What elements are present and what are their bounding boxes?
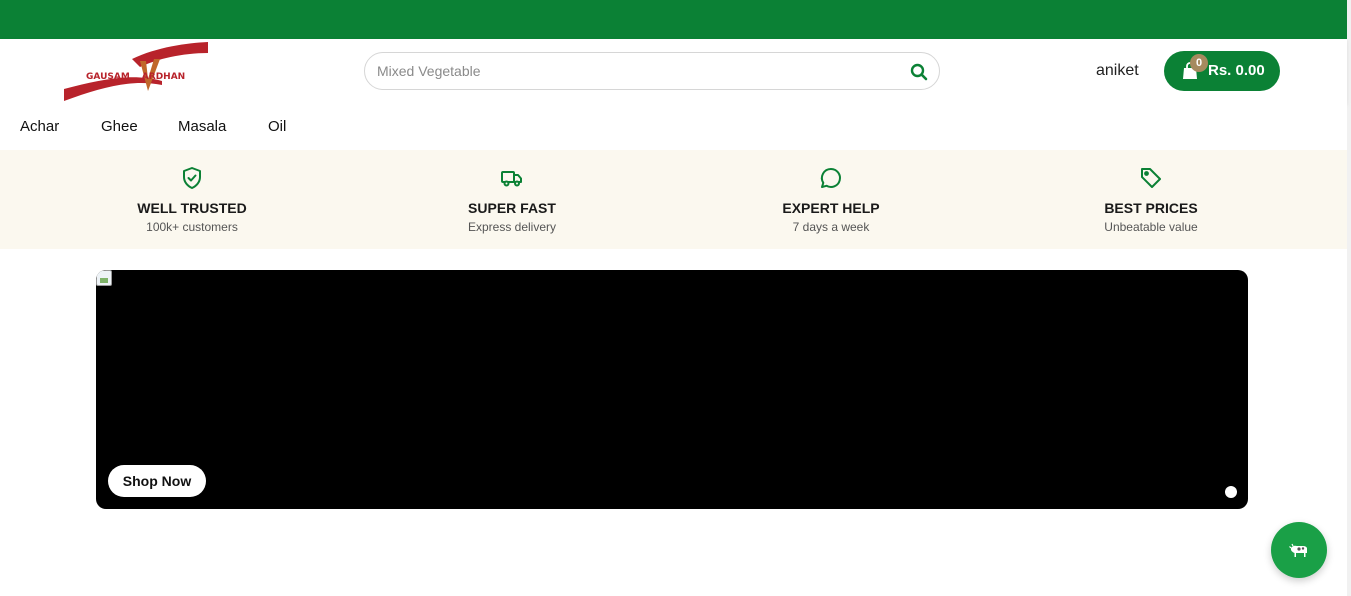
feature-title: SUPER FAST	[468, 200, 556, 216]
scrollbar[interactable]	[1347, 0, 1351, 596]
category-link-achar[interactable]: Achar	[20, 118, 59, 135]
shop-now-button[interactable]: Shop Now	[108, 465, 206, 497]
category-link-ghee[interactable]: Ghee	[101, 118, 138, 135]
chat-bubble-icon	[819, 166, 843, 190]
feature-subtitle: 7 days a week	[792, 220, 870, 234]
shield-check-icon	[180, 166, 204, 190]
site-header: GAUSAM ARDHAN aniket 0 Rs. 0.00	[0, 39, 1347, 103]
search-icon[interactable]	[909, 62, 929, 82]
carousel-dot-active[interactable]	[1225, 486, 1237, 498]
cart-button[interactable]: 0 Rs. 0.00	[1164, 51, 1280, 91]
banner-image-placeholder	[96, 270, 112, 286]
search-input[interactable]	[377, 61, 897, 81]
brand-logo[interactable]: GAUSAM ARDHAN	[62, 41, 210, 103]
user-account-link[interactable]: aniket	[1096, 62, 1139, 80]
feature-best-prices: BEST PRICES Unbeatable value	[991, 150, 1311, 249]
truck-icon	[500, 166, 524, 190]
feature-expert-help: EXPERT HELP 7 days a week	[671, 150, 991, 249]
feature-title: BEST PRICES	[1104, 200, 1198, 216]
search-bar	[364, 52, 940, 90]
feature-subtitle: 100k+ customers	[146, 220, 238, 234]
floating-cow-button[interactable]	[1271, 522, 1327, 578]
feature-title: WELL TRUSTED	[137, 200, 247, 216]
brand-wordmark: GAUSAM ARDHAN	[86, 72, 185, 82]
category-link-masala[interactable]: Masala	[178, 118, 226, 135]
category-nav: Achar Ghee Masala Oil	[0, 103, 1347, 150]
feature-well-trusted: WELL TRUSTED 100k+ customers	[32, 150, 352, 249]
feature-subtitle: Express delivery	[467, 220, 557, 234]
feature-subtitle: Unbeatable value	[1104, 220, 1198, 234]
top-announcement-bar	[0, 0, 1347, 39]
feature-strip: WELL TRUSTED 100k+ customers SUPER FAST …	[0, 150, 1347, 249]
brand-wordmark-left: GAUSAM	[86, 72, 130, 82]
category-link-oil[interactable]: Oil	[268, 118, 286, 135]
tag-icon	[1139, 166, 1163, 190]
feature-super-fast: SUPER FAST Express delivery	[352, 150, 672, 249]
cow-icon	[1289, 543, 1307, 557]
cart-total: Rs. 0.00	[1208, 62, 1265, 79]
brand-wordmark-right: ARDHAN	[141, 72, 186, 82]
cart-count-badge: 0	[1190, 54, 1208, 72]
feature-title: EXPERT HELP	[782, 200, 880, 216]
hero-banner-carousel[interactable]: Shop Now	[96, 270, 1248, 509]
